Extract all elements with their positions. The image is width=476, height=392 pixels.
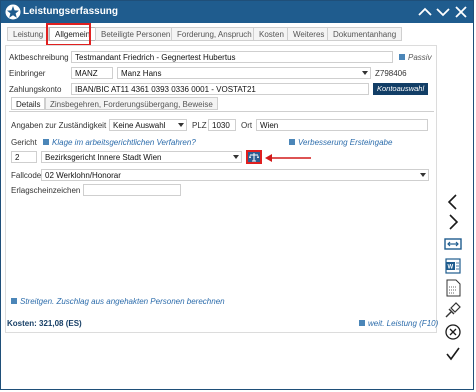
chevron-down-icon (233, 155, 239, 159)
zahlungskonto-label: Zahlungskonto (9, 85, 62, 94)
ort-label: Ort (241, 121, 253, 130)
close-icon[interactable] (453, 4, 469, 20)
tab-beteiligte-personen[interactable]: Beteiligte Personen (95, 27, 177, 41)
document-edit-icon[interactable] (443, 279, 463, 297)
collapse-icon[interactable] (417, 4, 433, 20)
tab-leistung[interactable]: Leistung (7, 27, 50, 41)
plz-label: PLZ (192, 121, 207, 130)
gericht-select[interactable]: Bezirksgericht Innere Stadt Wien (41, 151, 242, 163)
verbesserung-label: Verbesserung Ersteingabe (298, 138, 393, 147)
chevron-left-icon[interactable] (443, 193, 463, 211)
weit-leistung-checkbox[interactable] (359, 320, 365, 326)
subtab-details[interactable]: Details (11, 97, 46, 110)
einbringer-label: Einbringer (9, 69, 46, 78)
leistungserfassung-window: Leistungserfassung Leistung Allgemein Be… (0, 0, 474, 390)
tab-highlight-frame (46, 23, 91, 46)
title-bar: Leistungserfassung (1, 1, 473, 23)
einbringer-id: Z798406 (375, 69, 407, 78)
window-title: Leistungserfassung (23, 6, 119, 17)
tab-weiteres[interactable]: Weiteres (287, 27, 331, 41)
pin-icon[interactable] (443, 301, 463, 319)
cancel-icon[interactable] (443, 323, 463, 341)
svg-text:W: W (448, 265, 454, 271)
red-arrow-icon (265, 154, 311, 162)
tab-forderung-anspruch[interactable]: Forderung, Anspruch (171, 27, 258, 41)
kosten-summary: Kosten: 321,08 (ES) (7, 319, 82, 328)
gericht-value: Bezirksgericht Innere Stadt Wien (45, 153, 162, 162)
streitgen-checkbox[interactable] (11, 298, 17, 304)
gericht-lookup-button[interactable] (246, 150, 262, 164)
chevron-down-icon (362, 71, 368, 75)
zustaendigkeit-label: Angaben zur Zuständigkeit (11, 121, 107, 130)
zustaendigkeit-value: Keine Auswahl (113, 121, 166, 130)
zustaendigkeit-select[interactable]: Keine Auswahl (109, 119, 187, 131)
gericht-label: Gericht (11, 138, 37, 147)
plz-field[interactable]: 1030 (208, 119, 236, 131)
aktbeschreibung-field[interactable]: Testmandant Friedrich - Gegnertest Huber… (71, 51, 393, 63)
passiv-label: Passiv (408, 53, 432, 62)
subtab-zinsbegehren[interactable]: Zinsbegehren, Forderungsübergang, Beweis… (45, 97, 218, 110)
fallcode-select[interactable]: 02 Werklohn/Honorar (41, 169, 429, 181)
chevron-right-icon[interactable] (443, 213, 463, 231)
einbringer-name-value: Manz Hans (121, 69, 162, 78)
erlagschein-field[interactable] (83, 184, 181, 196)
zahlungskonto-field[interactable]: IBAN/BIC AT11 4361 0393 0336 0001 - VOST… (71, 83, 369, 95)
klage-checkbox[interactable] (43, 139, 49, 145)
chevron-down-icon (178, 123, 184, 127)
passiv-checkbox[interactable] (399, 54, 405, 60)
weit-leistung-label: weit. Leistung (F10) (368, 319, 439, 328)
verbesserung-checkbox[interactable] (289, 139, 295, 145)
tab-dokumentanhang[interactable]: Dokumentanhang (327, 27, 403, 41)
fit-width-icon[interactable] (443, 235, 463, 253)
gericht-nr-field[interactable]: 2 (11, 151, 37, 163)
chevron-down-icon (420, 173, 426, 177)
klage-label: Klage im arbeitsgerichtlichen Verfahren? (52, 138, 196, 147)
word-document-icon[interactable]: W (443, 257, 463, 275)
fallcode-label: Fallcode (11, 171, 42, 180)
einbringer-code-field[interactable]: MANZ (71, 67, 113, 79)
fallcode-value: 02 Werklohn/Honorar (45, 171, 121, 180)
streitgen-label: Streitgen. Zuschlag aus angehakten Perso… (20, 297, 225, 306)
scales-icon (249, 153, 259, 162)
aktbeschreibung-label: Aktbeschreibung (9, 53, 69, 62)
einbringer-name-select[interactable]: Manz Hans (117, 67, 371, 79)
checkmark-icon[interactable] (443, 345, 463, 363)
star-logo-icon (5, 4, 21, 20)
tab-kosten[interactable]: Kosten (253, 27, 290, 41)
expand-icon[interactable] (435, 4, 451, 20)
ort-field[interactable]: Wien (256, 119, 428, 131)
kontoauswahl-button[interactable]: Kontoauswahl (373, 83, 429, 95)
erlagschein-label: Erlagscheinzeichen (11, 186, 81, 195)
